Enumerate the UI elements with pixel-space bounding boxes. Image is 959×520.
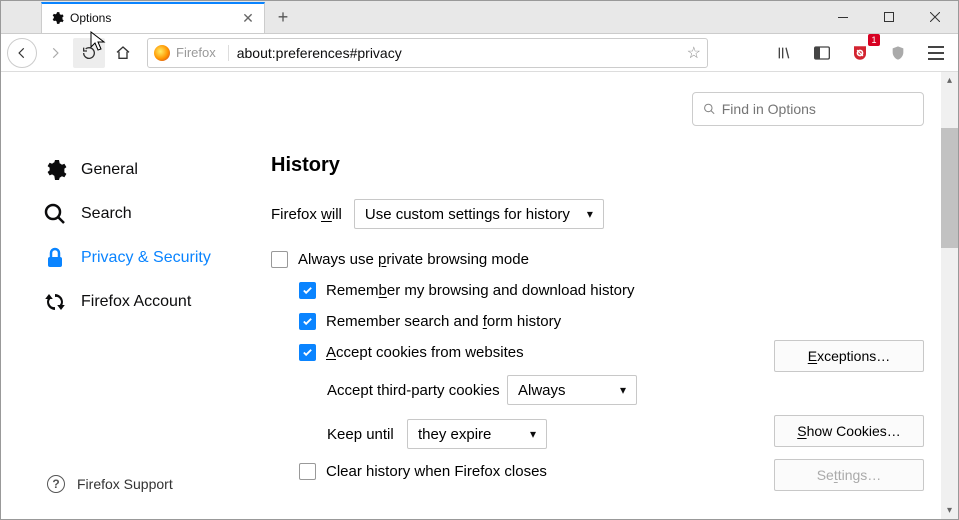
row-remember-browsing: Remember my browsing and download histor… [299,282,924,299]
checkbox-private-browsing[interactable] [271,251,288,268]
settings-button: Settings… [774,459,924,491]
window-controls [820,1,958,33]
sidebar: General Search Privacy & Security Firefo… [41,148,241,324]
new-tab-button[interactable]: + [269,3,297,31]
checkbox-accept-cookies[interactable] [299,344,316,361]
home-button[interactable] [107,38,139,68]
site-name: Firefox [176,45,216,60]
vertical-scrollbar[interactable]: ▴ ▾ [941,72,958,519]
sidebar-item-account[interactable]: Firefox Account [41,280,241,324]
site-identity[interactable]: Firefox [154,45,229,61]
exceptions-button[interactable]: Exceptions… [774,340,924,372]
history-heading: History [271,154,924,177]
hamburger-menu[interactable] [920,38,952,68]
checkbox-remember-search[interactable] [299,313,316,330]
sidebar-icon[interactable] [806,38,838,68]
sidebar-label: Firefox Account [81,293,191,311]
checkbox-clear-on-close[interactable] [299,463,316,480]
lock-icon [43,246,67,270]
library-icon[interactable] [768,38,800,68]
scroll-down-icon[interactable]: ▾ [941,502,958,519]
third-party-select[interactable]: Always [507,375,637,405]
support-label: Firefox Support [77,476,173,492]
tab-strip: Options ✕ + [1,1,297,33]
toolbar-right: 1 [716,38,952,68]
shields-icon[interactable] [882,38,914,68]
toolbar: Firefox about:preferences#privacy ☆ 1 [1,34,958,72]
minimize-button[interactable] [820,1,866,33]
help-icon: ? [47,475,65,493]
ublock-badge: 1 [868,34,880,46]
sidebar-item-search[interactable]: Search [41,192,241,236]
keep-until-select[interactable]: they expire [407,419,547,449]
firefox-support-link[interactable]: ? Firefox Support [47,475,173,493]
checkbox-remember-browsing[interactable] [299,282,316,299]
close-icon[interactable]: ✕ [240,10,256,26]
tab-options[interactable]: Options ✕ [41,2,265,33]
sidebar-label: Search [81,205,132,223]
reload-button[interactable] [73,38,105,68]
sidebar-label: Privacy & Security [81,249,211,267]
row-remember-search: Remember search and form history [299,313,924,330]
scroll-up-icon[interactable]: ▴ [941,72,958,89]
close-window-button[interactable] [912,1,958,33]
tab-title: Options [70,11,111,25]
gear-icon [50,11,64,25]
maximize-button[interactable] [866,1,912,33]
sidebar-item-privacy[interactable]: Privacy & Security [41,236,241,280]
history-mode-select[interactable]: Use custom settings for history [354,199,604,229]
forward-button[interactable] [39,38,71,68]
sidebar-item-general[interactable]: General [41,148,241,192]
history-mode-row: Firefox will Use custom settings for his… [271,199,924,229]
show-cookies-button[interactable]: Show Cookies… [774,415,924,447]
sync-icon [43,290,67,314]
back-button[interactable] [7,38,37,68]
find-input[interactable] [722,101,913,117]
row-third-party: Accept third-party cookies Always [327,375,924,405]
sidebar-label: General [81,161,138,179]
search-icon [703,102,716,116]
title-bar: Options ✕ + [1,1,958,34]
search-icon [43,202,67,226]
bookmark-star-icon[interactable]: ☆ [687,43,701,63]
main-panel: History Firefox will Use custom settings… [271,154,924,519]
find-in-options[interactable] [692,92,924,126]
url-bar[interactable]: Firefox about:preferences#privacy ☆ [147,38,708,68]
row-private-browsing: Always use private browsing mode [271,251,924,268]
ublock-icon[interactable]: 1 [844,38,876,68]
firefox-logo-icon [154,45,170,61]
content-area: General Search Privacy & Security Firefo… [1,72,958,519]
scroll-thumb[interactable] [941,128,958,248]
url-text: about:preferences#privacy [237,45,687,61]
gear-icon [43,158,67,182]
